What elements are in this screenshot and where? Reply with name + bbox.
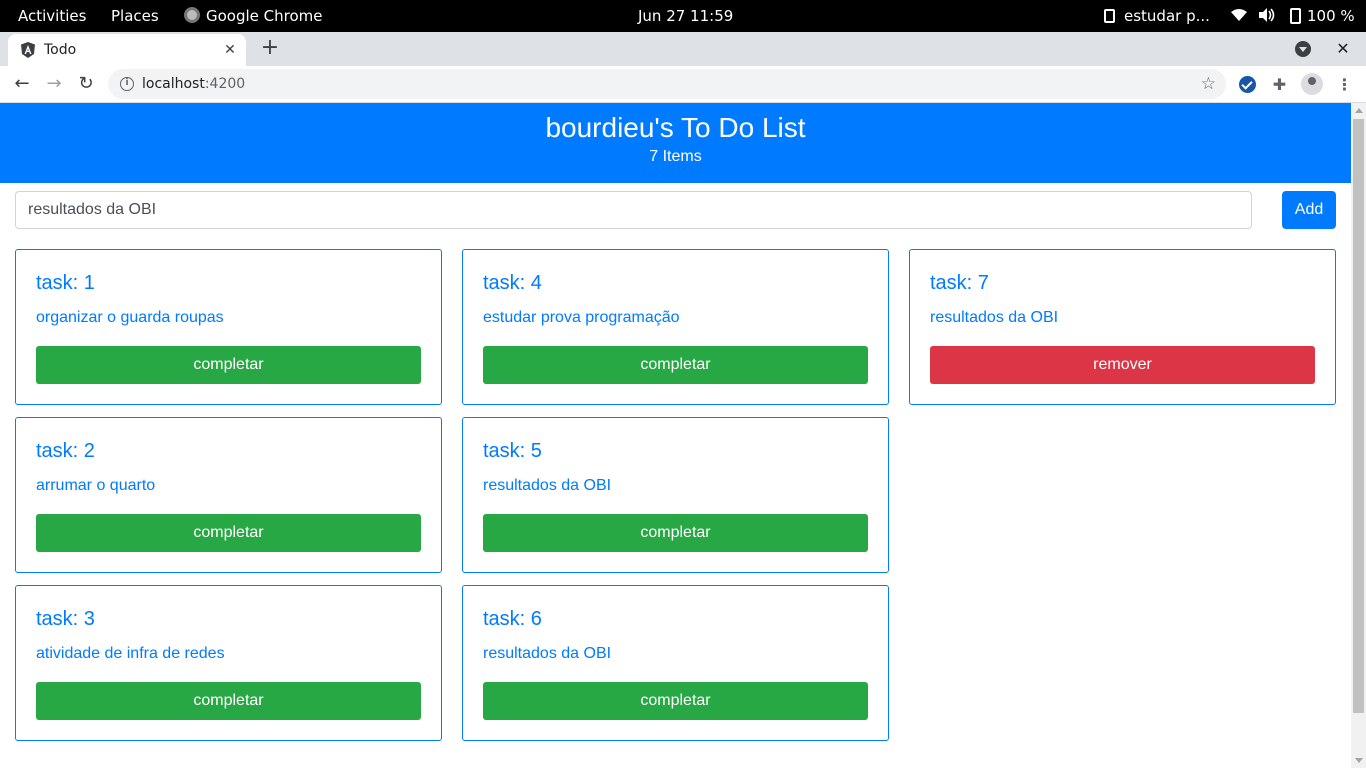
forward-icon[interactable]: → xyxy=(43,73,65,95)
scrollbar-thumb[interactable] xyxy=(1353,119,1364,713)
task-card: task: 1 organizar o guarda roupas comple… xyxy=(15,249,442,405)
page-title: bourdieu's To Do List xyxy=(545,112,806,143)
url-text: localhost:4200 xyxy=(142,69,245,99)
task-title: task: 6 xyxy=(483,608,542,630)
tab-strip: Todo ✕ xyxy=(0,32,1366,66)
profile-avatar-icon[interactable] xyxy=(1301,73,1323,95)
task-text: estudar prova programação xyxy=(483,309,680,326)
task-title: task: 1 xyxy=(36,272,95,294)
task-indicator[interactable]: estudar p... xyxy=(1104,0,1210,32)
task-text: resultados da OBI xyxy=(483,645,612,662)
system-top-bar: Activities Places Google Chrome Jun 27 1… xyxy=(0,0,1366,32)
extensions-puzzle-icon[interactable]: ✚ xyxy=(1271,76,1288,93)
remove-button[interactable]: remover xyxy=(930,346,1315,384)
complete-button[interactable]: completar xyxy=(483,514,868,552)
complete-button[interactable]: completar xyxy=(483,346,868,384)
angular-icon xyxy=(21,42,35,58)
address-bar[interactable]: i localhost:4200 ☆ xyxy=(108,69,1226,99)
tab-search-icon[interactable] xyxy=(1295,41,1311,57)
bookmark-star-icon[interactable]: ☆ xyxy=(1201,74,1216,94)
task-grid: task: 1 organizar o guarda roupas comple… xyxy=(15,249,1336,749)
complete-button[interactable]: completar xyxy=(483,682,868,720)
task-text: resultados da OBI xyxy=(483,477,612,494)
clipboard-icon xyxy=(1104,9,1115,23)
new-task-input[interactable] xyxy=(15,191,1252,229)
chrome-menu-icon[interactable]: ⋮ xyxy=(1336,76,1353,93)
task-text: atividade de infra de redes xyxy=(36,645,225,662)
url-host: localhost xyxy=(142,76,205,92)
task-card: task: 6 resultados da OBI completar xyxy=(462,585,889,741)
complete-button[interactable]: completar xyxy=(36,346,421,384)
task-card: task: 7 resultados da OBI remover xyxy=(909,249,1336,405)
browser-toolbar: ← → ↻ i localhost:4200 ☆ ✚ ⋮ xyxy=(0,66,1366,103)
add-button[interactable]: Add xyxy=(1282,191,1336,229)
task-card: task: 5 resultados da OBI completar xyxy=(462,417,889,573)
volume-icon[interactable] xyxy=(1258,0,1276,32)
scroll-down-icon[interactable] xyxy=(1355,758,1363,763)
task-card: task: 2 arrumar o quarto completar xyxy=(15,417,442,573)
task-text: resultados da OBI xyxy=(930,309,1059,326)
task-text: organizar o guarda roupas xyxy=(36,309,224,326)
places-menu[interactable]: Places xyxy=(111,0,159,32)
chrome-icon xyxy=(184,7,200,23)
battery-level: 100 % xyxy=(1307,7,1355,25)
task-title: task: 2 xyxy=(36,440,95,462)
task-title: task: 3 xyxy=(36,608,95,630)
back-icon[interactable]: ← xyxy=(11,73,33,95)
battery-icon xyxy=(1290,8,1301,24)
page-viewport: bourdieu's To Do List 7 Items Add task: … xyxy=(0,103,1351,768)
scroll-up-icon[interactable] xyxy=(1355,108,1363,113)
extension-check-icon[interactable] xyxy=(1239,76,1256,93)
task-title: task: 7 xyxy=(930,272,989,294)
wifi-icon[interactable] xyxy=(1230,0,1248,32)
task-card: task: 4 estudar prova programação comple… xyxy=(462,249,889,405)
battery-indicator[interactable]: 100 % xyxy=(1290,0,1355,32)
task-title: task: 4 xyxy=(483,272,542,294)
tab-todo[interactable]: Todo ✕ xyxy=(8,34,246,66)
complete-button[interactable]: completar xyxy=(36,514,421,552)
task-text: arrumar o quarto xyxy=(36,477,156,494)
task-indicator-label: estudar p... xyxy=(1124,7,1210,25)
tab-title: Todo xyxy=(44,42,77,58)
task-title: task: 5 xyxy=(483,440,542,462)
clock[interactable]: Jun 27 11:59 xyxy=(638,0,733,32)
reload-icon[interactable]: ↻ xyxy=(75,73,97,95)
item-count: 7 Items xyxy=(649,148,702,165)
activities-button[interactable]: Activities xyxy=(18,0,86,32)
task-card: task: 3 atividade de infra de redes comp… xyxy=(15,585,442,741)
url-port: :4200 xyxy=(204,76,246,92)
tab-close-icon[interactable]: ✕ xyxy=(222,42,238,58)
page-scrollbar[interactable] xyxy=(1351,103,1366,768)
app-name: Google Chrome xyxy=(206,7,323,25)
complete-button[interactable]: completar xyxy=(36,682,421,720)
page-header: bourdieu's To Do List 7 Items xyxy=(0,103,1351,183)
app-menu[interactable]: Google Chrome xyxy=(184,0,323,32)
site-info-icon[interactable]: i xyxy=(120,77,134,91)
window-close-icon[interactable]: ✕ xyxy=(1334,38,1352,60)
new-tab-icon[interactable]: + xyxy=(258,36,282,60)
